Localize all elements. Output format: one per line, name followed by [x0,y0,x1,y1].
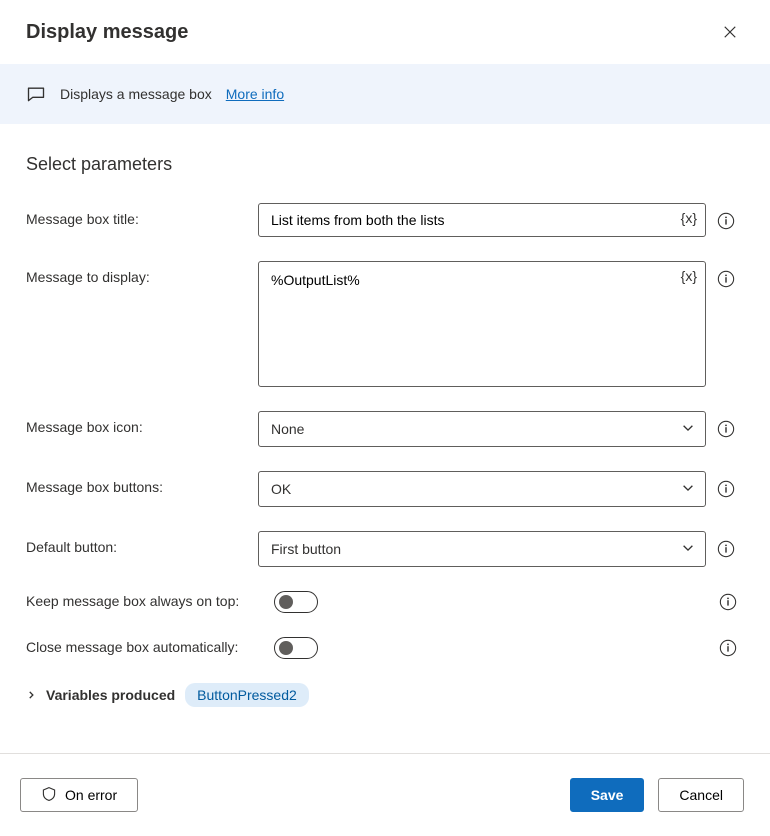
dialog-title: Display message [26,21,188,44]
toggle-knob [279,595,293,609]
label-message: Message to display: [26,261,258,285]
section-title: Select parameters [26,154,744,175]
icon-select[interactable]: None [258,411,706,447]
cancel-button[interactable]: Cancel [658,778,744,812]
toggle-knob [279,641,293,655]
info-icon[interactable] [718,638,738,658]
variables-produced-label: Variables produced [46,687,175,703]
label-default-button: Default button: [26,531,258,555]
dialog-footer: On error Save Cancel [0,753,770,836]
info-icon[interactable] [718,592,738,612]
icon-select-value: None [271,421,304,437]
default-button-select-value: First button [271,541,341,557]
banner-text: Displays a message box [60,86,212,102]
label-auto-close: Close message box automatically: [26,637,274,655]
chevron-down-icon [681,421,695,438]
close-button[interactable] [716,18,744,46]
row-buttons: Message box buttons: OK [26,471,744,507]
variables-produced-row[interactable]: Variables produced ButtonPressed2 [26,683,744,707]
chat-icon [26,84,46,104]
info-icon[interactable] [716,539,736,559]
dialog-content: Select parameters Message box title: {x}… [0,124,770,753]
label-buttons: Message box buttons: [26,471,258,495]
row-icon: Message box icon: None [26,411,744,447]
shield-icon [41,786,57,805]
message-textarea[interactable]: %OutputList% [271,272,671,376]
info-banner: Displays a message box More info [0,64,770,124]
row-default-button: Default button: First button [26,531,744,567]
more-info-link[interactable]: More info [226,86,284,102]
cancel-label: Cancel [679,787,723,803]
always-on-top-toggle[interactable] [274,591,318,613]
label-always-on-top: Keep message box always on top: [26,591,274,609]
title-input[interactable] [271,204,671,236]
chevron-down-icon [681,481,695,498]
buttons-select[interactable]: OK [258,471,706,507]
row-always-on-top: Keep message box always on top: [26,591,744,613]
variable-pill[interactable]: ButtonPressed2 [185,683,309,707]
label-icon: Message box icon: [26,411,258,435]
close-icon [723,25,737,39]
label-title: Message box title: [26,203,258,227]
dialog-header: Display message [0,0,770,64]
info-icon[interactable] [716,269,736,289]
row-auto-close: Close message box automatically: [26,637,744,659]
row-message: Message to display: %OutputList% {x} [26,261,744,387]
insert-variable-icon[interactable]: {x} [681,268,697,284]
row-title: Message box title: {x} [26,203,744,237]
dialog: Display message Displays a message box M… [0,0,770,836]
footer-right: Save Cancel [570,778,744,812]
info-icon[interactable] [716,211,736,231]
insert-variable-icon[interactable]: {x} [681,210,697,226]
save-button[interactable]: Save [570,778,645,812]
chevron-right-icon [26,687,36,703]
title-input-wrap: {x} [258,203,706,237]
on-error-button[interactable]: On error [20,778,138,812]
chevron-down-icon [681,541,695,558]
info-icon[interactable] [716,419,736,439]
buttons-select-value: OK [271,481,291,497]
message-textarea-wrap: %OutputList% {x} [258,261,706,387]
on-error-label: On error [65,787,117,803]
default-button-select[interactable]: First button [258,531,706,567]
save-label: Save [591,787,624,803]
auto-close-toggle[interactable] [274,637,318,659]
info-icon[interactable] [716,479,736,499]
